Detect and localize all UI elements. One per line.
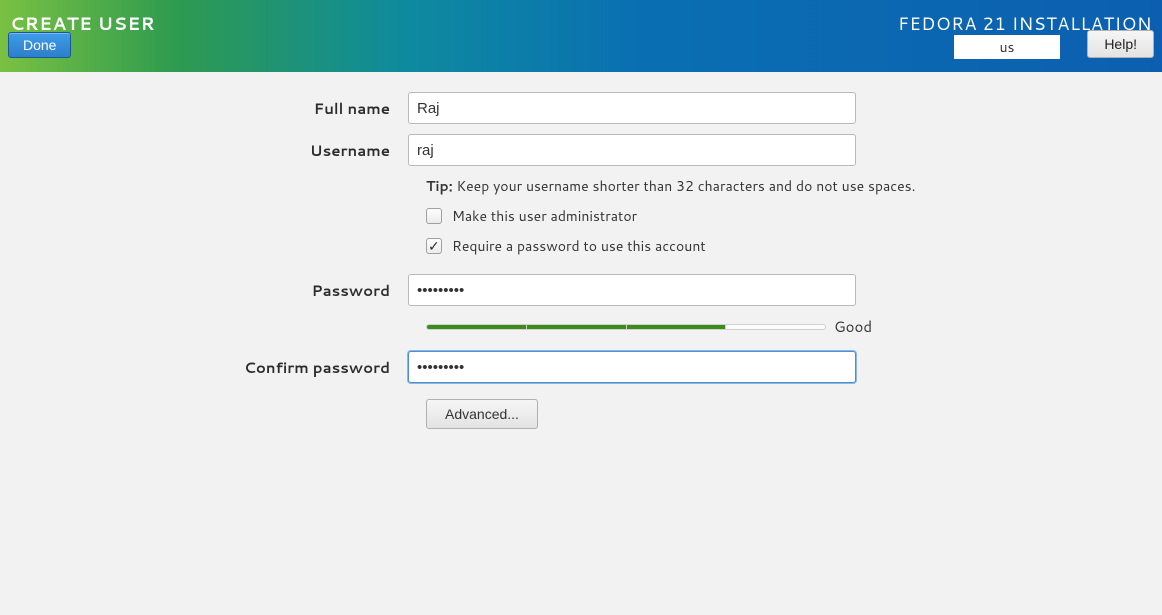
header-bar: CREATE USER Done FEDORA 21 INSTALLATION … <box>0 0 1162 72</box>
tip-text: Keep your username shorter than 32 chara… <box>453 176 916 196</box>
admin-checkbox[interactable] <box>426 208 442 224</box>
admin-checkbox-row[interactable]: Make this user administrator <box>426 206 1162 226</box>
confirm-password-label: Confirm password <box>0 357 408 378</box>
require-password-checkbox[interactable] <box>426 238 442 254</box>
username-label: Username <box>0 140 408 161</box>
password-strength-row: Good <box>426 316 1162 337</box>
username-input[interactable] <box>408 134 856 166</box>
password-strength-bar <box>426 324 826 330</box>
username-tip: Tip: Keep your username shorter than 32 … <box>426 176 1162 196</box>
done-button[interactable]: Done <box>8 32 71 58</box>
require-password-row[interactable]: Require a password to use this account <box>426 236 1162 256</box>
advanced-button[interactable]: Advanced... <box>426 399 538 429</box>
fullname-label: Full name <box>0 98 408 119</box>
confirm-password-input[interactable] <box>408 351 856 383</box>
password-strength-text: Good <box>834 316 874 337</box>
strength-seg-3 <box>627 325 727 329</box>
require-password-label: Require a password to use this account <box>452 236 706 256</box>
strength-seg-2 <box>527 325 627 329</box>
fullname-input[interactable] <box>408 92 856 124</box>
help-button[interactable]: Help! <box>1087 30 1154 58</box>
strength-seg-1 <box>427 325 527 329</box>
tip-bold: Tip: <box>426 176 453 196</box>
strength-seg-4 <box>726 325 825 329</box>
admin-checkbox-label: Make this user administrator <box>452 206 637 226</box>
password-label: Password <box>0 280 408 301</box>
keyboard-layout-indicator[interactable]: us <box>954 35 1060 59</box>
password-input[interactable] <box>408 274 856 306</box>
form-area: Full name Username Tip: Keep your userna… <box>0 72 1162 429</box>
